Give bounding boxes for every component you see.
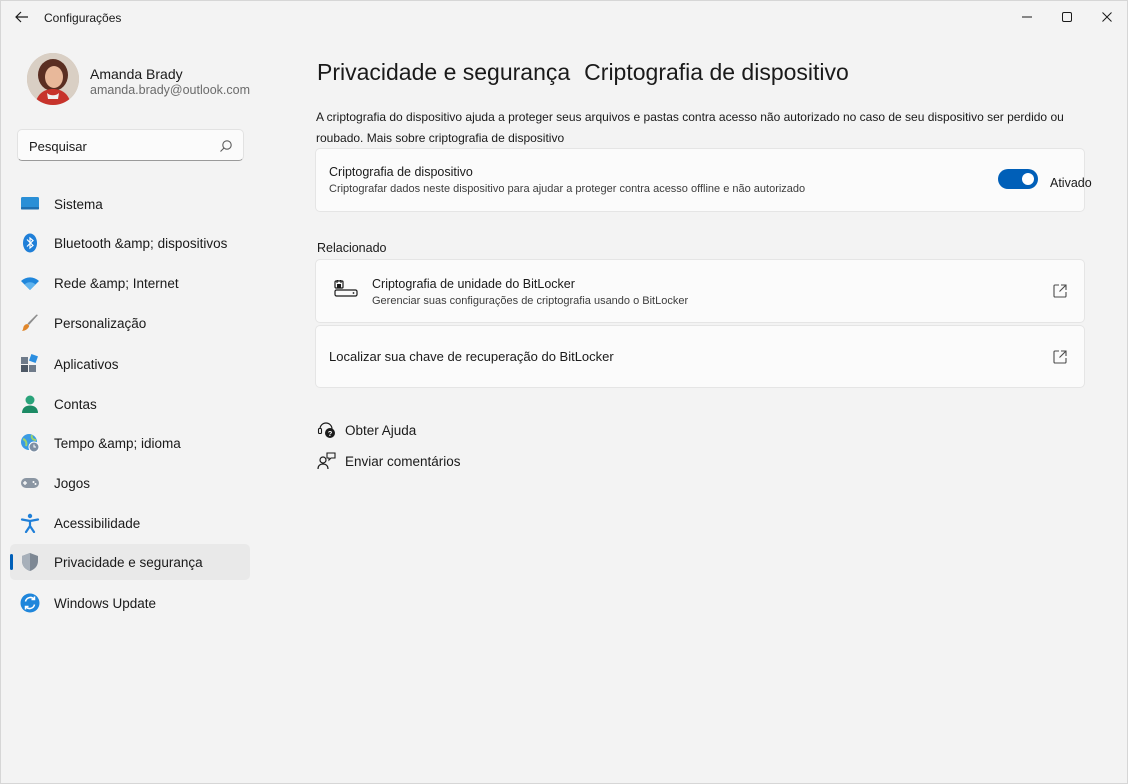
- open-external-icon[interactable]: [1052, 349, 1068, 365]
- update-icon: [20, 593, 40, 613]
- sidebar-item-tempo-idioma[interactable]: Tempo &amp; idioma: [10, 425, 250, 461]
- sidebar-item-rede[interactable]: Rede &amp; Internet: [10, 265, 250, 301]
- minimize-icon: [1022, 16, 1032, 18]
- sidebar-item-bluetooth[interactable]: Bluetooth &amp; dispositivos: [10, 225, 250, 261]
- sidebar-item-privacidade[interactable]: Privacidade e segurança: [10, 544, 250, 580]
- sidebar-item-sistema[interactable]: Sistema: [10, 186, 250, 222]
- related-heading: Relacionado: [317, 241, 387, 255]
- globe-clock-icon: [21, 434, 40, 453]
- sidebar-item-label: Tempo &amp; idioma: [54, 436, 181, 451]
- title-bar: Configurações: [1, 1, 1127, 33]
- person-icon: [22, 395, 38, 413]
- maximize-icon: [1062, 12, 1072, 22]
- accessibility-icon: [20, 513, 40, 533]
- sidebar-item-label: Rede &amp; Internet: [54, 276, 179, 291]
- sidebar-item-aplicativos[interactable]: Aplicativos: [10, 346, 250, 382]
- user-profile[interactable]: Amanda Brady amanda.brady@outlook.com: [27, 53, 257, 107]
- page-description: A criptografia do dispositivo ajuda a pr…: [316, 110, 1064, 145]
- bitlocker-card[interactable]: Criptografia de unidade do BitLocker Ger…: [315, 259, 1085, 323]
- sidebar-item-label: Jogos: [54, 476, 91, 491]
- card-title: Criptografia de dispositivo: [329, 165, 473, 179]
- sidebar-item-label: Personalização: [54, 316, 147, 331]
- sidebar-item-windows-update[interactable]: Windows Update: [10, 585, 250, 621]
- sidebar-item-label: Contas: [54, 397, 97, 412]
- sidebar-item-personalizacao[interactable]: Personalização: [10, 305, 250, 341]
- send-feedback-label: Enviar comentários: [345, 454, 461, 469]
- sidebar-item-label: Sistema: [54, 197, 103, 212]
- back-button[interactable]: [11, 7, 33, 27]
- minimize-button[interactable]: [1005, 5, 1049, 29]
- user-name: Amanda Brady: [90, 66, 183, 82]
- svg-text:?: ?: [328, 429, 333, 438]
- close-icon: [1102, 12, 1112, 22]
- device-encryption-card: Criptografia de dispositivo Criptografar…: [315, 148, 1092, 212]
- toggle-state-label: Ativado: [1050, 176, 1092, 190]
- drive-lock-icon: [334, 280, 358, 297]
- breadcrumb-parent[interactable]: Privacidade e segurança: [317, 59, 570, 85]
- sidebar-item-label: Aplicativos: [54, 357, 119, 372]
- sidebar-item-label: Acessibilidade: [54, 516, 141, 531]
- toggle-knob: [1022, 173, 1034, 185]
- sidebar-item-acessibilidade[interactable]: Acessibilidade: [10, 505, 250, 541]
- settings-window: Configurações Amanda Brady amanda.brady@…: [0, 0, 1128, 784]
- page-title: Privacidade e segurança Criptografia de d…: [317, 59, 849, 86]
- recovery-key-card[interactable]: Localizar sua chave de recuperação do Bi…: [315, 325, 1085, 388]
- get-help-link[interactable]: ? Obter Ajuda: [317, 419, 437, 441]
- sidebar-item-label: Privacidade e segurança: [54, 555, 203, 570]
- sidebar-item-jogos[interactable]: Jogos: [10, 465, 250, 501]
- search-box[interactable]: Pesquisar: [17, 129, 244, 161]
- search-icon[interactable]: [219, 139, 233, 153]
- sidebar-item-label: Bluetooth &amp; dispositivos: [54, 236, 228, 251]
- sidebar-item-label: Windows Update: [54, 596, 157, 611]
- monitor-icon: [21, 197, 39, 210]
- send-feedback-link[interactable]: Enviar comentários: [317, 450, 477, 472]
- bluetooth-icon: [23, 233, 37, 253]
- back-arrow-icon: [15, 11, 28, 23]
- sidebar-item-contas[interactable]: Contas: [10, 386, 250, 422]
- help-icon: ?: [317, 422, 335, 438]
- breadcrumb-current: Criptografia de dispositivo: [584, 59, 849, 85]
- device-encryption-toggle[interactable]: [998, 169, 1038, 189]
- search-input[interactable]: Pesquisar: [29, 139, 87, 154]
- open-external-icon[interactable]: [1052, 283, 1068, 299]
- card-subtitle: Criptografar dados neste dispositivo par…: [329, 183, 806, 195]
- feedback-icon: [317, 452, 336, 470]
- card-title: Criptografia de unidade do BitLocker: [372, 277, 575, 291]
- wifi-icon: [21, 277, 39, 290]
- user-email: amanda.brady@outlook.com: [90, 83, 250, 97]
- avatar: [27, 53, 79, 105]
- shield-icon: [22, 553, 38, 571]
- app-title: Configurações: [44, 11, 122, 25]
- get-help-label: Obter Ajuda: [345, 423, 417, 438]
- gamepad-icon: [21, 478, 39, 488]
- close-button[interactable]: [1085, 5, 1128, 29]
- brush-icon: [22, 314, 38, 331]
- maximize-button[interactable]: [1045, 5, 1089, 29]
- card-subtitle: Gerenciar suas configurações de criptogr…: [372, 295, 689, 307]
- card-title: Localizar sua chave de recuperação do Bi…: [329, 349, 614, 364]
- selected-indicator: [10, 554, 13, 570]
- apps-icon: [21, 354, 38, 372]
